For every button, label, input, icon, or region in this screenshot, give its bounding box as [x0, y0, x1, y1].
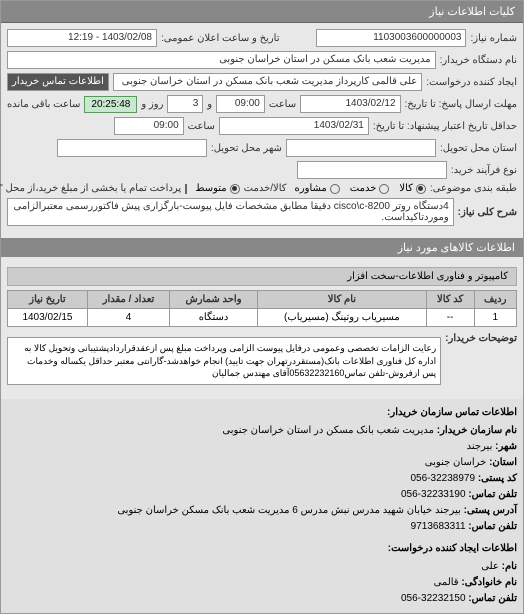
- org-address-line: آدرس پستی: بیرجند خیابان شهید مدرس نبش م…: [7, 503, 517, 519]
- creator-label: ایجاد کننده درخواست:: [426, 77, 517, 88]
- request-no-label: شماره نیاز:: [470, 33, 517, 44]
- radio-moshavere[interactable]: مشاوره: [295, 183, 340, 194]
- radio-icon: [416, 184, 426, 194]
- th-name: نام کالا: [258, 291, 427, 309]
- creator-name-line: نام: علی: [7, 559, 517, 575]
- buyer-note-label: توضیحات خریدار:: [445, 333, 517, 344]
- key-desc-field: 4دستگاه روتر cisco\c-8200 دقیقا مطابق مش…: [7, 198, 454, 226]
- creator-phone-line: تلفن تماس: 32232150-056: [7, 591, 517, 607]
- creator-field: علی قالمی کارپرداز مدیریت شعب بانک مسکن …: [113, 73, 422, 91]
- deadline-date1: 1403/02/12: [300, 95, 400, 113]
- province-deliver-field: [286, 139, 436, 157]
- th-unit: واحد شمارش: [170, 291, 258, 309]
- goods-table: ردیف کد کالا نام کالا واحد شمارش تعداد /…: [7, 290, 517, 327]
- cell-name: مسیریاب روتینگ (مسیریاب): [258, 309, 427, 327]
- org-province-line: استان: خراسان جنوبی: [7, 455, 517, 471]
- table-row[interactable]: 1 -- مسیریاب روتینگ (مسیریاب) دستگاه 4 1…: [8, 309, 517, 327]
- city-deliver-field: [57, 139, 207, 157]
- radio-kala[interactable]: کالا: [399, 183, 426, 194]
- category-radios: کالا خدمت مشاوره: [295, 183, 426, 194]
- req-creator-header: اطلاعات ایجاد کننده درخواست:: [7, 541, 517, 557]
- process-type-field: [297, 161, 447, 179]
- contact-buyer-button[interactable]: اطلاعات تماس خریدار: [7, 73, 109, 91]
- deadline-recv-label: حداقل تاریخ اعتبار پیشنهاد: تا تاریخ:: [373, 121, 517, 132]
- announce-label: تاریخ و ساعت اعلان عمومی:: [161, 33, 280, 44]
- deadline-send-label: مهلت ارسال پاسخ: تا تاریخ:: [405, 99, 517, 110]
- pay-checkbox[interactable]: [185, 184, 187, 194]
- scale-label: کالا/خدمت: [244, 183, 287, 194]
- cell-unit: دستگاه: [170, 309, 258, 327]
- creator-family-line: نام خانوادگی: قالمی: [7, 575, 517, 591]
- radio-medium[interactable]: متوسط: [195, 183, 239, 194]
- th-row: ردیف: [474, 291, 516, 309]
- radio-label: خدمت: [350, 183, 377, 194]
- and-label: و: [207, 99, 212, 110]
- org-city-line: شهر: بیرجند: [7, 439, 517, 455]
- time-label2: ساعت: [188, 121, 215, 132]
- org-contact-header: اطلاعات تماس سازمان خریدار:: [7, 405, 517, 421]
- announce-field: 1403/02/08 - 12:19: [7, 29, 157, 47]
- org-postal-line: کد پستی: 32238979-056: [7, 471, 517, 487]
- city-deliver-label: شهر محل تحویل:: [211, 143, 282, 154]
- deadline-time1: 09:00: [216, 95, 265, 113]
- th-date: تاریخ نیاز: [8, 291, 88, 309]
- radio-label: مشاوره: [295, 183, 327, 194]
- buyer-note-box: رعایت الزامات تخصصی وعمومی درفایل پیوست …: [7, 337, 441, 385]
- page-title: کلیات اطلاعات نیاز: [1, 1, 523, 23]
- pay-note: پرداخت تمام یا بخشی از مبلغ خرید،از محل …: [0, 183, 181, 194]
- goods-section-header: اطلاعات کالاهای مورد نیاز: [1, 238, 523, 257]
- deadline-date2: 1403/02/31: [219, 117, 369, 135]
- table-header-row: ردیف کد کالا نام کالا واحد شمارش تعداد /…: [8, 291, 517, 309]
- radio-icon: [230, 184, 240, 194]
- request-no-field: 1103003600000003: [316, 29, 466, 47]
- province-deliver-label: استان محل تحویل:: [440, 143, 517, 154]
- radio-label: کالا: [399, 183, 413, 194]
- radio-icon: [379, 184, 389, 194]
- th-code: کد کالا: [426, 291, 474, 309]
- cell-code: --: [426, 309, 474, 327]
- device-name-label: نام دستگاه خریدار:: [440, 55, 517, 66]
- goods-category-bar: کامپیوتر و فناوری اطلاعات-سخت افزار: [7, 267, 517, 286]
- time-label: ساعت: [269, 99, 296, 110]
- radio-label: متوسط: [195, 183, 226, 194]
- radio-khedmat[interactable]: خدمت: [350, 183, 390, 194]
- org-fax-line: تلفن تماس: 9713683311: [7, 519, 517, 535]
- th-qty: تعداد / مقدار: [87, 291, 169, 309]
- key-desc-label: شرح کلی نیاز:: [458, 207, 517, 218]
- org-phone-line: تلفن تماس: 32233190-056: [7, 487, 517, 503]
- remain-suffix: ساعت باقی مانده: [7, 99, 80, 110]
- remaining-time: 20:25:48: [84, 96, 137, 113]
- org-name-line: نام سازمان خریدار: مدیریت شعب بانک مسکن …: [7, 423, 517, 439]
- cell-date: 1403/02/15: [8, 309, 88, 327]
- process-type-label: نوع فرآیند خرید:: [451, 165, 517, 176]
- budget-label: طبقه بندی موضوعی:: [430, 183, 517, 194]
- cell-qty: 4: [87, 309, 169, 327]
- deadline-time2: 09:00: [114, 117, 184, 135]
- device-name-field: مدیریت شعب بانک مسکن در استان خراسان جنو…: [7, 51, 436, 69]
- days-value: 3: [167, 95, 203, 113]
- days-suffix: روز و: [141, 99, 163, 110]
- radio-icon: [330, 184, 340, 194]
- cell-row: 1: [474, 309, 516, 327]
